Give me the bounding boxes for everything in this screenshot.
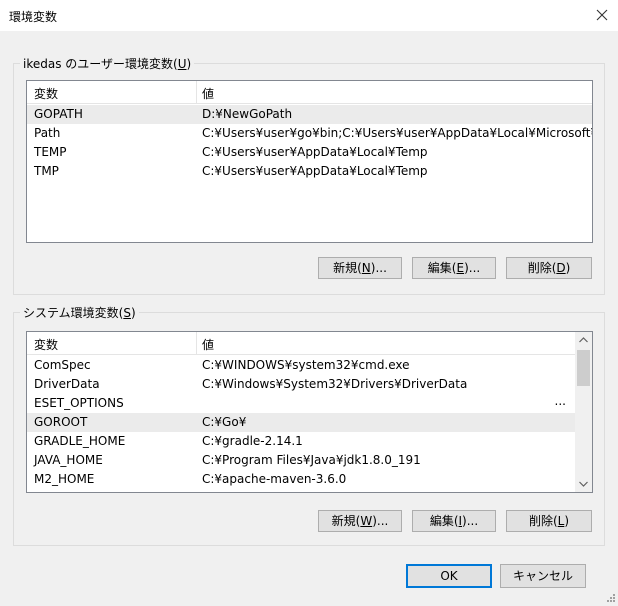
scrollbar-thumb[interactable] (577, 350, 590, 386)
title-bar: 環境変数 (0, 0, 618, 31)
column-header-name[interactable]: 変数 (34, 336, 58, 353)
variable-value: C:¥Users¥user¥AppData¥Local¥Temp (202, 145, 428, 159)
variable-value: C:¥Program Files¥Java¥jdk1.8.0_191 (202, 453, 421, 467)
variable-value: C:¥Windows¥System32¥Drivers¥DriverData (202, 377, 468, 391)
variable-name: Path (34, 126, 61, 140)
user-edit-button[interactable]: 編集(E)... (412, 257, 496, 279)
scroll-down-icon[interactable] (575, 475, 592, 492)
list-header: 変数 値 (27, 332, 575, 355)
variable-name: ESET_OPTIONS (34, 396, 124, 410)
table-row[interactable]: JAVA_HOME C:¥Program Files¥Java¥jdk1.8.0… (27, 451, 575, 470)
variable-name: GRADLE_HOME (34, 434, 126, 448)
table-row[interactable]: ESET_OPTIONS ... (27, 394, 575, 413)
variable-name: JAVA_HOME (34, 453, 103, 467)
user-variables-list[interactable]: 変数 値 GOPATH D:¥NewGoPath Path C:¥Users¥u… (26, 80, 593, 243)
column-header-name[interactable]: 変数 (34, 85, 58, 102)
table-row[interactable]: ComSpec C:¥WINDOWS¥system32¥cmd.exe (27, 356, 575, 375)
variable-name: TMP (34, 164, 59, 178)
variable-value: C:¥gradle-2.14.1 (202, 434, 303, 448)
user-new-button[interactable]: 新規(N)... (318, 257, 402, 279)
table-row[interactable]: TEMP C:¥Users¥user¥AppData¥Local¥Temp (27, 143, 592, 162)
variable-name: TEMP (34, 145, 67, 159)
system-delete-button[interactable]: 削除(L) (506, 510, 592, 532)
variable-name: ComSpec (34, 358, 91, 372)
close-icon[interactable] (592, 5, 612, 25)
user-variables-legend: ikedas のユーザー環境変数(U) (23, 57, 192, 71)
table-row[interactable]: Path C:¥Users¥user¥go¥bin;C:¥Users¥user¥… (27, 124, 592, 143)
column-header-value[interactable]: 値 (202, 85, 214, 102)
system-variables-legend: システム環境変数(S) (23, 306, 136, 320)
table-row[interactable]: DriverData C:¥Windows¥System32¥Drivers¥D… (27, 375, 575, 394)
column-header-value[interactable]: 値 (202, 336, 214, 353)
system-variables-list[interactable]: 変数 値 ComSpec C:¥WINDOWS¥system32¥cmd.exe… (26, 331, 593, 493)
variable-value: C:¥Go¥ (202, 415, 247, 429)
window-title: 環境変数 (9, 10, 58, 24)
variable-name: GOPATH (34, 107, 83, 121)
variable-name: M2_HOME (34, 472, 95, 486)
table-row[interactable]: GOPATH D:¥NewGoPath (27, 105, 592, 124)
variable-value: C:¥apache-maven-3.6.0 (202, 472, 347, 486)
variable-name: DriverData (34, 377, 100, 391)
user-delete-button[interactable]: 削除(D) (506, 257, 592, 279)
system-new-button[interactable]: 新規(W)... (318, 510, 402, 532)
scroll-up-icon[interactable] (575, 332, 592, 349)
value-overflow-indicator: ... (554, 394, 566, 408)
ok-button[interactable]: OK (406, 564, 492, 588)
system-edit-button[interactable]: 編集(I)... (412, 510, 496, 532)
table-row[interactable]: TMP C:¥Users¥user¥AppData¥Local¥Temp (27, 162, 592, 181)
list-header: 変数 値 (27, 81, 592, 104)
variable-value: C:¥Users¥user¥go¥bin;C:¥Users¥user¥AppDa… (202, 126, 593, 140)
variable-value: C:¥WINDOWS¥system32¥cmd.exe (202, 358, 410, 372)
table-row[interactable]: GOROOT C:¥Go¥ (27, 413, 575, 432)
variable-value: D:¥NewGoPath (202, 107, 293, 121)
variable-value: C:¥Users¥user¥AppData¥Local¥Temp (202, 164, 428, 178)
cancel-button[interactable]: キャンセル (500, 564, 586, 588)
resize-grip-icon[interactable] (606, 592, 616, 602)
vertical-scrollbar[interactable] (575, 332, 592, 492)
table-row[interactable]: GRADLE_HOME C:¥gradle-2.14.1 (27, 432, 575, 451)
variable-name: GOROOT (34, 415, 88, 429)
table-row[interactable]: M2_HOME C:¥apache-maven-3.6.0 (27, 470, 575, 489)
